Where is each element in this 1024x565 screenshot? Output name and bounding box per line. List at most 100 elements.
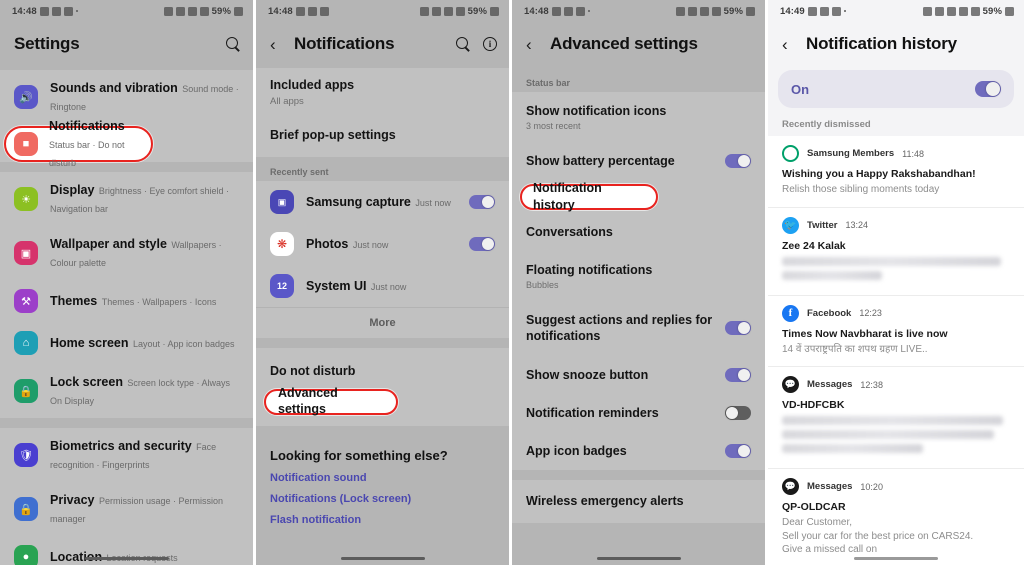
link-notifications-lock-screen[interactable]: Notifications (Lock screen) [270,493,495,505]
item-title: Biometrics and security [50,439,192,453]
screenshot-strip: 14:48 59% Settings 🔊 Sounds and vibratio… [0,0,1024,565]
group-gap-2 [0,418,253,428]
info-icon[interactable]: i [483,37,497,51]
row-title: Notification reminders [526,405,659,420]
row-included-apps[interactable]: Included apps All apps [256,68,509,118]
notifications-top-card: Included apps All apps Brief pop-up sett… [256,68,509,158]
row-app-icon-badges[interactable]: App icon badges [512,432,765,470]
nav-pill [0,556,253,560]
link-notification-sound[interactable]: Notification sound [270,472,495,484]
back-arrow-icon[interactable]: ‹ [270,36,284,53]
row-show-snooze-button[interactable]: Show snooze button [512,356,765,394]
row-suggest-actions[interactable]: Suggest actions and replies for notifica… [512,301,765,356]
recently-dismissed-label: Recently dismissed [782,119,871,130]
row-do-not-disturb[interactable]: Do not disturb [256,354,509,390]
row-title: Conversations [526,224,613,239]
list-item[interactable]: 🐦 Twitter 13:24 Zee 24 Kalak [768,208,1024,296]
suggest-actions-toggle[interactable] [725,321,751,336]
app-toggle[interactable] [469,195,495,210]
sidebar-item-sounds[interactable]: 🔊 Sounds and vibration Sound mode · Ring… [0,70,253,124]
row-title: Suggest actions and replies for notifica… [526,313,713,344]
row-title: Wireless emergency alerts [526,494,684,509]
notification-history-toggle[interactable] [975,81,1001,97]
app-row-system-ui[interactable]: 12 System UI Just now [256,265,509,307]
row-notification-history[interactable]: Notification history [512,181,765,213]
battery-percentage-toggle[interactable] [725,154,751,169]
row-show-battery-percentage[interactable]: Show battery percentage [512,142,765,180]
sidebar-item-wallpaper[interactable]: ▣ Wallpaper and style Wallpapers · Colou… [0,226,253,280]
row-wireless-emergency-alerts[interactable]: Wireless emergency alerts [512,480,765,522]
row-show-notification-icons[interactable]: Show notification icons 3 most recent [512,92,765,142]
notification-title: Zee 24 Kalak [782,239,846,252]
sidebar-item-themes[interactable]: ⚒ Themes Themes · Wallpapers · Icons [0,280,253,322]
notifications-highlight-box: ■ Notifications Status bar · Do not dist… [4,119,153,168]
search-icon[interactable] [226,36,241,52]
header-actions [226,36,241,52]
row-conversations[interactable]: Conversations [512,213,765,251]
list-item[interactable]: Samsung Members 11:48 Wishing you a Happ… [768,136,1024,208]
row-title: Show snooze button [526,367,649,382]
page-title: Advanced settings [550,34,698,53]
twitter-icon: 🐦 [782,216,799,234]
app-time: Just now [370,282,407,293]
status-time: 14:48 [268,5,293,17]
facebook-icon: f [782,304,799,322]
camera-icon [575,6,585,16]
list-item[interactable]: f Facebook 12:23 Times Now Navbharat is … [768,296,1024,367]
app-icon-badges-toggle[interactable] [725,444,751,459]
looking-label: Looking for something else? [270,447,448,463]
battery-icon [234,6,243,16]
image-icon [295,6,305,16]
app-row-samsung-capture[interactable]: ▣ Samsung capture Just now [256,181,509,223]
status-bar-left: 14:48 [12,6,79,17]
list-item[interactable]: 💬 Messages 10:20 QP-OLDCAR Dear Customer… [768,469,1024,565]
row-floating-notifications[interactable]: Floating notifications Bubbles [512,251,765,301]
image-icon [39,6,49,16]
sidebar-item-display[interactable]: ☀ Display Brightness · Eye comfort shiel… [0,172,253,226]
list-item[interactable]: 💬 Messages 12:38 VD-HDFCBK [768,367,1024,469]
mute-icon [163,6,173,16]
mute-icon [922,6,932,16]
app-row-photos[interactable]: ❋ Photos Just now [256,223,509,265]
app-toggle[interactable] [469,237,495,252]
search-icon[interactable] [456,36,471,52]
notification-reminders-toggle[interactable] [725,405,751,420]
signal-icon [187,6,197,16]
row-advanced-settings[interactable]: Advanced settings [256,386,509,416]
sidebar-item-biometrics[interactable]: 🛡 Biometrics and security Face recogniti… [0,428,253,482]
google-photos-icon: ❋ [270,232,294,257]
group-gap [512,470,765,480]
item-title: Display [50,183,95,197]
sidebar-item-home-screen[interactable]: ⌂ Home screen Layout · App icon badges [0,322,253,364]
signal-icon [699,6,709,16]
app-time: Just now [415,198,451,209]
notification-app: Messages [807,481,853,492]
notification-title: Wishing you a Happy Rakshabandhan! [782,168,976,180]
sidebar-item-location[interactable]: ● Location Location requests [0,536,253,565]
more-button[interactable]: More [256,307,509,338]
notification-history-highlight-box: Notification history [520,181,658,212]
snooze-button-toggle[interactable] [725,367,751,382]
row-brief-popup[interactable]: Brief pop-up settings [256,118,509,158]
back-arrow-icon[interactable]: ‹ [526,36,540,53]
notification-title: QP-OLDCAR [782,501,846,513]
sidebar-item-lock-screen[interactable]: 🔒 Lock screen Screen lock type · Always … [0,364,253,418]
sidebar-item-privacy[interactable]: 🔒 Privacy Permission usage · Permission … [0,482,253,536]
row-notification-reminders[interactable]: Notification reminders [512,394,765,432]
back-arrow-icon[interactable]: ‹ [782,36,796,53]
samsung-members-icon [782,145,799,162]
row-subtitle: All apps [270,95,304,107]
row-title: Notification history [533,181,602,212]
signal2-icon [199,6,209,16]
link-flash-notification[interactable]: Flash notification [270,514,495,526]
mute-icon [419,6,429,16]
status-bar: 14:48 59% [256,0,509,22]
image-icon [563,6,573,16]
panel-advanced-settings: 14:48 59% ‹ Advanced settings Status bar [512,0,765,565]
notification-history-toggle-bar[interactable]: On [778,70,1014,108]
nav-pill [768,556,1024,560]
themes-icon: ⚒ [14,289,38,313]
panel-settings: 14:48 59% Settings 🔊 Sounds and vibratio… [0,0,253,565]
sidebar-item-notifications[interactable]: ■ Notifications Status bar · Do not dist… [0,119,253,168]
group-gap-2 [256,426,509,436]
